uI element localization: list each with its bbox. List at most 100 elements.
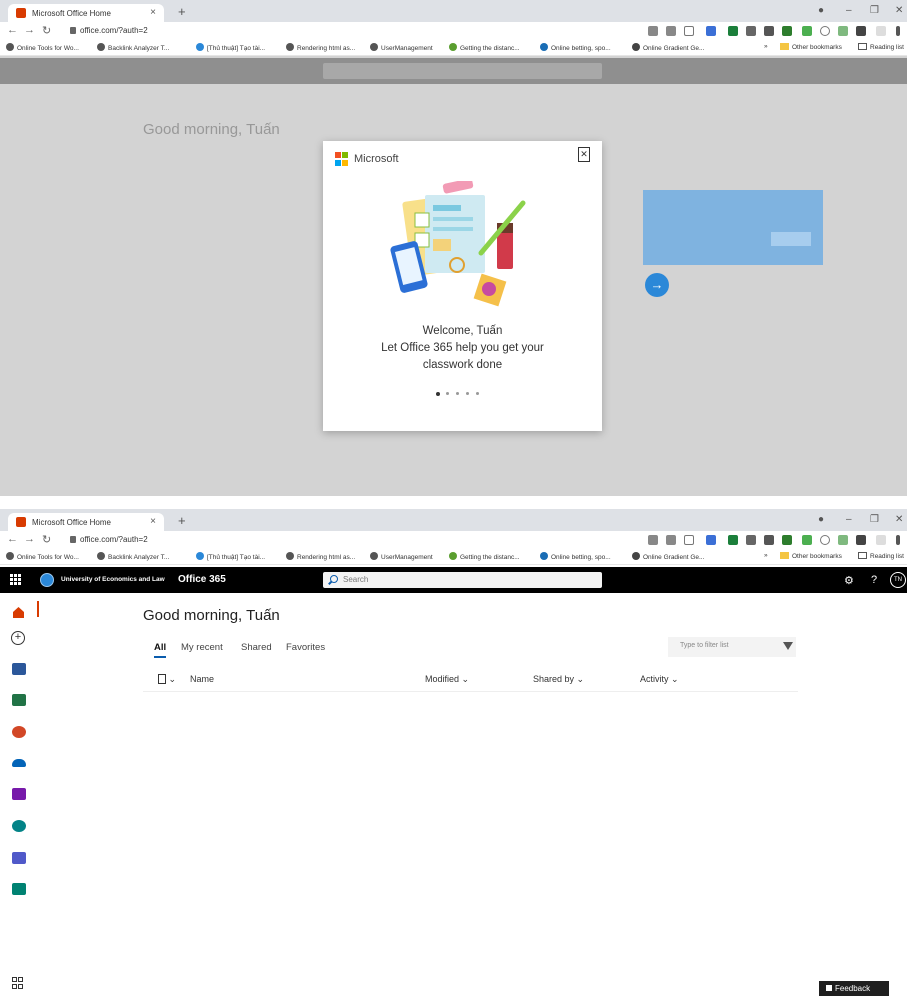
carousel-dot[interactable] bbox=[456, 392, 459, 395]
next-slide-button[interactable]: → bbox=[645, 273, 669, 297]
bookmark-item[interactable]: Backlink Analyzer T... bbox=[97, 552, 169, 561]
search-box[interactable]: Search bbox=[323, 572, 602, 588]
extension-icon[interactable] bbox=[706, 535, 716, 545]
org-name[interactable]: University of Economics and Law bbox=[61, 576, 165, 583]
carousel-dot[interactable] bbox=[466, 392, 469, 395]
column-shared-by[interactable]: Shared by ⌄ bbox=[533, 674, 584, 685]
minimize-icon[interactable]: – bbox=[846, 514, 852, 525]
excel-icon[interactable] bbox=[12, 694, 26, 706]
reading-list[interactable]: Reading list bbox=[858, 552, 904, 560]
filter-icon[interactable] bbox=[783, 642, 793, 650]
back-icon[interactable]: ← bbox=[7, 533, 18, 545]
minimize-icon[interactable]: – bbox=[846, 5, 852, 16]
onedrive-icon[interactable] bbox=[12, 759, 26, 767]
mute-icon[interactable] bbox=[764, 26, 774, 36]
extension-icon[interactable] bbox=[666, 535, 676, 545]
bookmark-item[interactable]: Getting the distanc... bbox=[449, 43, 520, 52]
column-modified[interactable]: Modified ⌄ bbox=[425, 674, 469, 685]
window-close-icon[interactable]: ✕ bbox=[895, 514, 903, 525]
menu-icon[interactable] bbox=[896, 535, 900, 545]
camera-icon[interactable] bbox=[746, 26, 756, 36]
all-apps-icon[interactable] bbox=[12, 977, 24, 989]
bookmark-item[interactable]: Online betting, spo... bbox=[540, 43, 611, 52]
extension-icon[interactable] bbox=[782, 535, 792, 545]
extension-icon[interactable] bbox=[820, 535, 830, 545]
filter-input[interactable]: Type to filter list bbox=[668, 637, 796, 657]
profile-avatar-icon[interactable] bbox=[876, 26, 886, 36]
sharepoint-icon[interactable] bbox=[12, 820, 26, 832]
new-tab-button[interactable]: + bbox=[178, 4, 186, 19]
extension-icon[interactable] bbox=[728, 26, 738, 36]
help-icon[interactable]: ? bbox=[871, 574, 877, 586]
bookmark-item[interactable]: Online Gradient Ge... bbox=[632, 43, 704, 52]
new-tab-button[interactable]: + bbox=[178, 513, 186, 528]
other-bookmarks[interactable]: Other bookmarks bbox=[780, 43, 842, 51]
home-icon[interactable] bbox=[13, 607, 24, 618]
reading-list[interactable]: Reading list bbox=[858, 43, 904, 51]
extension-icon[interactable] bbox=[802, 535, 812, 545]
camera-icon[interactable] bbox=[746, 535, 756, 545]
puzzle-icon[interactable] bbox=[856, 535, 866, 545]
extension-icon[interactable] bbox=[706, 26, 716, 36]
back-icon[interactable]: ← bbox=[7, 24, 18, 36]
extension-icon[interactable] bbox=[802, 26, 812, 36]
powerpoint-icon[interactable] bbox=[12, 726, 26, 738]
tab-close-icon[interactable]: × bbox=[150, 7, 156, 18]
bookmark-item[interactable]: Online Tools for Wo... bbox=[6, 552, 79, 561]
reload-icon[interactable]: ↻ bbox=[42, 24, 51, 37]
tab-favorites[interactable]: Favorites bbox=[286, 642, 325, 653]
profile-icon[interactable]: ● bbox=[818, 5, 824, 16]
address-bar[interactable]: office.com/?auth=2 bbox=[62, 533, 622, 547]
onenote-icon[interactable] bbox=[12, 788, 26, 800]
profile-icon[interactable]: ● bbox=[818, 514, 824, 525]
restore-icon[interactable]: ❐ bbox=[870, 514, 879, 525]
browser-tab[interactable]: Microsoft Office Home × bbox=[8, 4, 164, 22]
extension-icon[interactable] bbox=[666, 26, 676, 36]
bookmarks-overflow[interactable]: » bbox=[764, 552, 768, 559]
extension-icon[interactable] bbox=[838, 26, 848, 36]
app-title[interactable]: Office 365 bbox=[178, 574, 226, 585]
star-icon[interactable] bbox=[684, 26, 694, 36]
bookmark-item[interactable]: Online Gradient Ge... bbox=[632, 552, 704, 561]
extension-icon[interactable] bbox=[648, 26, 658, 36]
other-bookmarks[interactable]: Other bookmarks bbox=[780, 552, 842, 560]
star-icon[interactable] bbox=[684, 535, 694, 545]
puzzle-icon[interactable] bbox=[856, 26, 866, 36]
tab-close-icon[interactable]: × bbox=[150, 516, 156, 527]
bookmark-item[interactable]: Getting the distanc... bbox=[449, 552, 520, 561]
reload-icon[interactable]: ↻ bbox=[42, 533, 51, 546]
bookmark-item[interactable]: [Thủ thuật] Tạo tài... bbox=[196, 552, 265, 561]
profile-avatar-icon[interactable] bbox=[876, 535, 886, 545]
feedback-button[interactable]: Feedback bbox=[819, 981, 889, 996]
address-bar[interactable]: office.com/?auth=2 bbox=[62, 24, 622, 38]
column-name[interactable]: Name bbox=[190, 674, 214, 684]
carousel-dot[interactable] bbox=[476, 392, 479, 395]
tab-shared[interactable]: Shared bbox=[241, 642, 272, 653]
bookmark-item[interactable]: Online Tools for Wo... bbox=[6, 43, 79, 52]
bookmark-item[interactable]: Backlink Analyzer T... bbox=[97, 43, 169, 52]
bookmarks-overflow[interactable]: » bbox=[764, 43, 768, 50]
carousel-dot[interactable] bbox=[436, 391, 440, 396]
bookmark-item[interactable]: UserManagement bbox=[370, 43, 433, 52]
word-icon[interactable] bbox=[12, 663, 26, 675]
window-close-icon[interactable]: ✕ bbox=[895, 5, 903, 16]
user-avatar[interactable]: TN bbox=[890, 572, 906, 588]
settings-gear-icon[interactable]: ⚙ bbox=[844, 574, 854, 587]
tab-all[interactable]: All bbox=[154, 642, 167, 658]
bookmark-item[interactable]: UserManagement bbox=[370, 552, 433, 561]
menu-icon[interactable] bbox=[896, 26, 900, 36]
carousel-dot[interactable] bbox=[446, 392, 449, 395]
extension-icon[interactable] bbox=[838, 535, 848, 545]
sway-icon[interactable] bbox=[12, 883, 26, 895]
browser-tab[interactable]: Microsoft Office Home × bbox=[8, 513, 164, 531]
forward-icon[interactable]: → bbox=[24, 533, 35, 545]
bookmark-item[interactable]: Rendering html as... bbox=[286, 43, 355, 52]
extension-icon[interactable] bbox=[820, 26, 830, 36]
app-launcher-icon[interactable] bbox=[10, 574, 21, 585]
restore-icon[interactable]: ❐ bbox=[870, 5, 879, 16]
forward-icon[interactable]: → bbox=[24, 24, 35, 36]
teams-icon[interactable] bbox=[12, 852, 26, 864]
file-type-column[interactable]: ⌄ bbox=[158, 674, 176, 685]
extension-icon[interactable] bbox=[728, 535, 738, 545]
extension-icon[interactable] bbox=[648, 535, 658, 545]
